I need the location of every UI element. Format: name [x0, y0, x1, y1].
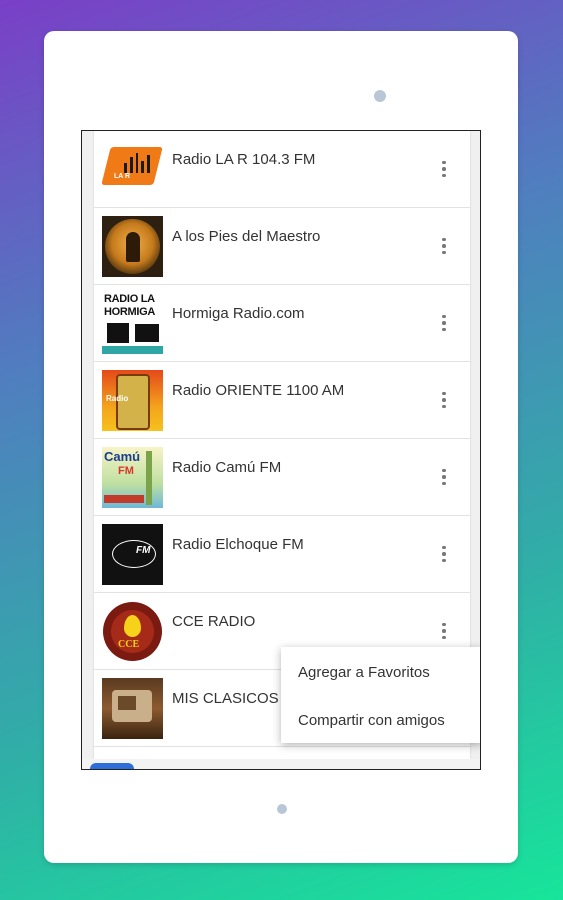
station-name: Radio Camú FM: [172, 459, 282, 476]
more-vert-icon[interactable]: [434, 311, 454, 335]
station-logo: [102, 216, 163, 277]
more-vert-icon[interactable]: [434, 388, 454, 412]
station-name: Radio Elchoque FM: [172, 536, 304, 553]
app-screen: LA R Radio LA R 104.3 FM A los Pies del …: [81, 130, 481, 770]
station-name: Hormiga Radio.com: [172, 305, 305, 322]
station-row[interactable]: FM Radio Elchoque FM: [94, 516, 470, 593]
station-logo: Camú FM: [102, 447, 163, 508]
station-row[interactable]: RADIO LA HORMIGA Hormiga Radio.com: [94, 285, 470, 362]
station-logo: [102, 678, 163, 739]
more-vert-icon[interactable]: [434, 234, 454, 258]
more-vert-icon[interactable]: [434, 619, 454, 643]
station-logo: CCE: [102, 601, 163, 662]
menu-item-share-friends[interactable]: Compartir con amigos: [298, 712, 445, 729]
station-logo: LA R: [102, 139, 163, 200]
station-name: Radio ORIENTE 1100 AM: [172, 382, 345, 399]
station-name: Radio LA R 104.3 FM: [172, 151, 316, 168]
station-row[interactable]: LA R Radio LA R 104.3 FM: [94, 131, 470, 208]
station-name: CCE RADIO: [172, 613, 256, 630]
context-menu: Agregar a Favoritos Compartir con amigos: [281, 647, 480, 743]
station-logo: FM: [102, 524, 163, 585]
station-name: A los Pies del Maestro: [172, 228, 321, 245]
more-vert-icon[interactable]: [434, 465, 454, 489]
more-vert-icon[interactable]: [434, 542, 454, 566]
menu-item-add-favorites[interactable]: Agregar a Favoritos: [298, 664, 430, 681]
home-dot: [277, 804, 287, 814]
bottom-bar: [82, 759, 480, 769]
station-logo: RADIO LA HORMIGA: [102, 293, 163, 354]
station-row[interactable]: Camú FM Radio Camú FM: [94, 439, 470, 516]
station-logo: Radio: [102, 370, 163, 431]
station-row[interactable]: A los Pies del Maestro: [94, 208, 470, 285]
station-row[interactable]: Radio Radio ORIENTE 1100 AM: [94, 362, 470, 439]
app-icon[interactable]: [90, 763, 134, 769]
more-vert-icon[interactable]: [434, 157, 454, 181]
station-name: MIS CLASICOS: [172, 690, 279, 707]
camera-dot: [374, 90, 386, 102]
